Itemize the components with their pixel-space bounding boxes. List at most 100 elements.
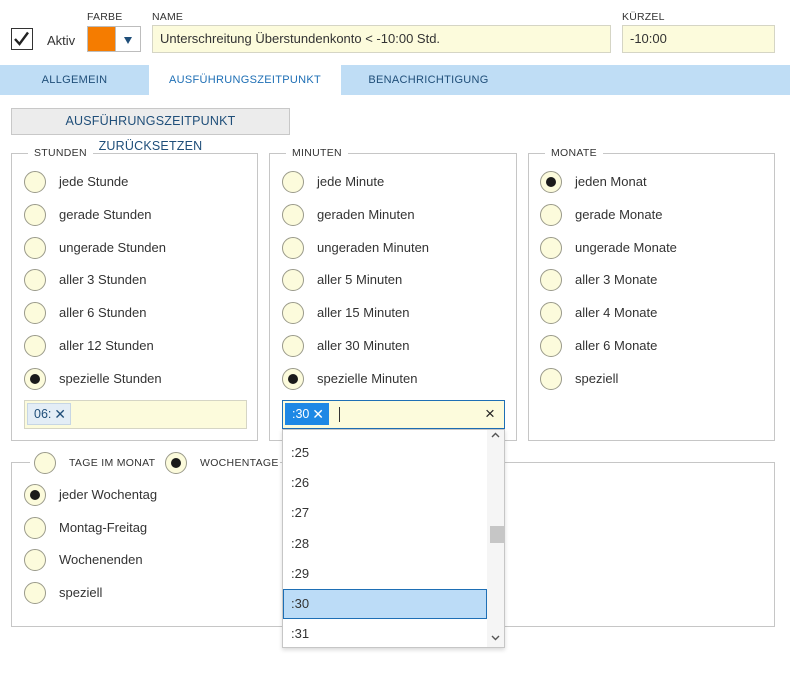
- months-option[interactable]: jeden Monat: [540, 171, 740, 195]
- radio-button[interactable]: [165, 452, 187, 474]
- radio-button[interactable]: [24, 484, 46, 506]
- radio-button[interactable]: [282, 302, 304, 325]
- radio-button[interactable]: [282, 335, 304, 357]
- radio-button[interactable]: [540, 171, 562, 193]
- radio-button[interactable]: [24, 269, 46, 292]
- months-option-label: speziell: [575, 370, 619, 386]
- minutes-panel: [269, 153, 517, 441]
- hours-option[interactable]: gerade Stunden: [24, 203, 224, 228]
- hours-option[interactable]: jede Stunde: [24, 171, 224, 195]
- radio-button[interactable]: [24, 335, 46, 357]
- radio-button[interactable]: [282, 269, 304, 292]
- months-legend: MONATE: [545, 147, 603, 159]
- days-option[interactable]: speziell: [24, 582, 224, 606]
- minutes-tag-input[interactable]: :30 ✕ ×: [282, 400, 505, 429]
- minutes-option-label: aller 15 Minuten: [317, 305, 410, 321]
- tab-benachrichtigung[interactable]: BENACHRICHTIGUNG: [341, 65, 516, 95]
- radio-button[interactable]: [24, 302, 46, 325]
- tab-ausfuehrungszeitpunkt[interactable]: AUSFÜHRUNGSZEITPUNKT: [149, 65, 341, 95]
- minutes-option[interactable]: ungeraden Minuten: [282, 236, 482, 261]
- hours-option[interactable]: ungerade Stunden: [24, 236, 224, 261]
- clear-icon[interactable]: ×: [485, 404, 495, 424]
- months-option-label: aller 4 Monate: [575, 305, 658, 321]
- dropdown-option[interactable]: :31: [283, 619, 487, 647]
- minute-tag[interactable]: :30 ✕: [285, 403, 329, 425]
- radio-dot: [546, 177, 556, 187]
- days-option[interactable]: jeder Wochentag: [24, 484, 224, 508]
- days-option[interactable]: Wochenenden: [24, 549, 224, 573]
- hours-option-label: aller 6 Stunden: [59, 305, 147, 321]
- hour-tag[interactable]: 06: ✕: [27, 403, 71, 425]
- radio-button[interactable]: [24, 516, 46, 539]
- radio-button[interactable]: [282, 171, 304, 193]
- hours-panel: [11, 153, 258, 441]
- name-input[interactable]: Unterschreitung Überstundenkonto < -10:0…: [152, 25, 611, 53]
- reset-schedule-button[interactable]: AUSFÜHRUNGSZEITPUNKT ZURÜCKSETZEN: [11, 108, 290, 153]
- months-option[interactable]: aller 6 Monate: [540, 335, 740, 359]
- hours-legend: STUNDEN: [28, 147, 93, 159]
- text-cursor: [339, 407, 340, 422]
- hours-option[interactable]: aller 6 Stunden: [24, 302, 224, 326]
- tab-allgemein[interactable]: ALLGEMEIN: [0, 65, 149, 95]
- minutes-option-label: aller 5 Minuten: [317, 272, 403, 288]
- hours-option[interactable]: aller 3 Stunden: [24, 269, 224, 293]
- minutes-option-label: geraden Minuten: [317, 206, 415, 222]
- minute-dropdown-list[interactable]: :25:26:27:28:29:30:31: [282, 429, 505, 648]
- radio-button[interactable]: [34, 452, 56, 474]
- radio-button[interactable]: [24, 203, 46, 226]
- minutes-option[interactable]: aller 15 Minuten: [282, 302, 482, 326]
- dropdown-scrollbar[interactable]: [487, 430, 504, 647]
- months-option[interactable]: aller 3 Monate: [540, 269, 740, 293]
- dropdown-option[interactable]: :28: [283, 529, 487, 559]
- months-option[interactable]: speziell: [540, 367, 740, 392]
- days-mode-option[interactable]: WOCHENTAGE: [165, 452, 290, 476]
- hours-tag-input[interactable]: 06: ✕: [24, 400, 247, 429]
- radio-button[interactable]: [540, 302, 562, 325]
- dropdown-option[interactable]: :30: [283, 589, 487, 619]
- dropdown-option[interactable]: :27: [283, 498, 487, 528]
- radio-button[interactable]: [282, 203, 304, 226]
- months-option[interactable]: aller 4 Monate: [540, 302, 740, 326]
- radio-button[interactable]: [282, 367, 304, 390]
- minutes-option[interactable]: jede Minute: [282, 171, 482, 195]
- minutes-option[interactable]: geraden Minuten: [282, 203, 482, 228]
- color-dropdown-button[interactable]: [115, 26, 141, 52]
- close-icon[interactable]: ✕: [54, 404, 66, 424]
- close-icon[interactable]: ✕: [312, 404, 324, 424]
- dropdown-option[interactable]: :26: [283, 468, 487, 498]
- months-option-label: jeden Monat: [575, 174, 647, 189]
- kuerzel-input[interactable]: -10:00: [622, 25, 775, 53]
- hours-option[interactable]: spezielle Stunden: [24, 367, 224, 392]
- minutes-option[interactable]: aller 30 Minuten: [282, 335, 482, 359]
- hours-option-label: spezielle Stunden: [59, 370, 162, 386]
- radio-button[interactable]: [24, 236, 46, 259]
- days-option[interactable]: Montag-Freitag: [24, 516, 224, 541]
- radio-button[interactable]: [540, 335, 562, 357]
- chevron-up-icon[interactable]: [491, 431, 500, 443]
- color-swatch[interactable]: [87, 26, 115, 52]
- radio-button[interactable]: [540, 203, 562, 226]
- months-option[interactable]: gerade Monate: [540, 203, 740, 228]
- chevron-down-icon[interactable]: [491, 633, 500, 645]
- minutes-option-label: jede Minute: [317, 174, 385, 189]
- radio-button[interactable]: [540, 269, 562, 292]
- minutes-option[interactable]: aller 5 Minuten: [282, 269, 482, 293]
- dropdown-option[interactable]: :29: [283, 559, 487, 589]
- radio-button[interactable]: [24, 582, 46, 605]
- scroll-thumb[interactable]: [490, 526, 504, 543]
- days-mode-option[interactable]: TAGE IM MONAT: [34, 452, 159, 476]
- minutes-option[interactable]: spezielle Minuten: [282, 367, 482, 392]
- radio-button[interactable]: [540, 367, 562, 390]
- aktiv-checkbox[interactable]: [11, 28, 33, 50]
- radio-button[interactable]: [24, 171, 46, 193]
- radio-button[interactable]: [540, 236, 562, 259]
- hours-option[interactable]: aller 12 Stunden: [24, 335, 224, 359]
- radio-button[interactable]: [24, 549, 46, 572]
- dropdown-option[interactable]: :25: [283, 438, 487, 468]
- minutes-option-label: ungeraden Minuten: [317, 239, 430, 255]
- radio-button[interactable]: [282, 236, 304, 259]
- radio-button[interactable]: [24, 367, 46, 390]
- radio-dot: [171, 458, 181, 468]
- months-option[interactable]: ungerade Monate: [540, 236, 740, 261]
- farbe-label: FARBE: [87, 11, 123, 23]
